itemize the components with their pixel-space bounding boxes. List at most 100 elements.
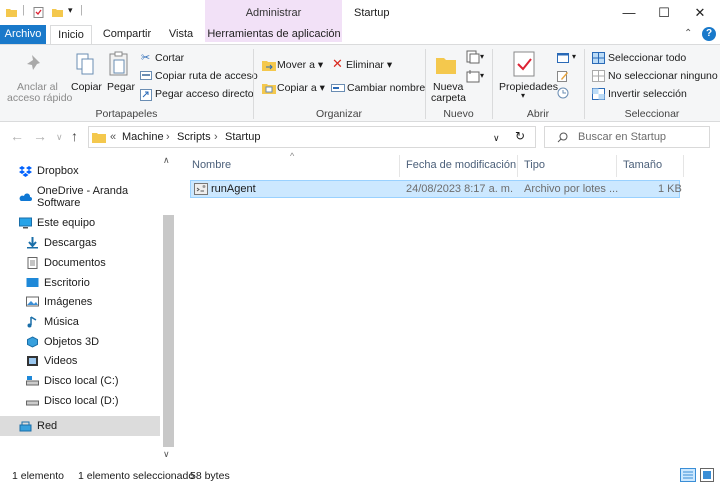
status-selected: 1 elemento seleccionado	[78, 470, 195, 482]
status-bar: 1 elemento 1 elemento seleccionado 58 by…	[0, 462, 720, 486]
scroll-up-icon[interactable]: ∧	[163, 155, 170, 166]
group-portapapeles: Portapapeles	[95, 108, 158, 120]
breadcrumb-scripts[interactable]: Scripts	[177, 131, 211, 143]
nav-item-documentos[interactable]: Documentos	[0, 253, 160, 273]
forward-button[interactable]: →	[33, 128, 47, 144]
file-name[interactable]: runAgent	[211, 183, 256, 195]
column-header-tipo[interactable]: Tipo	[524, 159, 545, 171]
new-item-dropdown-icon[interactable]: ▾	[480, 52, 484, 61]
scroll-down-icon[interactable]: ∨	[163, 449, 170, 460]
status-size: 58 bytes	[190, 470, 230, 482]
tab-herramientas-aplicacion[interactable]: Herramientas de aplicación	[207, 25, 341, 44]
pictures-icon	[26, 296, 39, 307]
close-button[interactable]: ✕	[682, 0, 718, 25]
nav-item-videos[interactable]: Videos	[0, 351, 160, 371]
minimize-button[interactable]: —	[611, 0, 647, 25]
group-organizar: Organizar	[315, 108, 363, 120]
new-folder-icon	[436, 58, 456, 74]
select-none-button[interactable]: No seleccionar ninguno	[608, 70, 718, 82]
open-dropdown-icon[interactable]: ▾	[572, 52, 576, 61]
pin-label-2[interactable]: acceso rápido	[7, 92, 72, 104]
breadcrumb-startup[interactable]: Startup	[225, 131, 260, 143]
address-bar[interactable]: « Machine › Scripts › Startup ∨ ↻	[88, 126, 536, 148]
music-icon	[27, 316, 37, 328]
paste-shortcut-button[interactable]: Pegar acceso directo	[155, 88, 254, 100]
back-button[interactable]: ←	[10, 128, 24, 144]
sort-ascending-icon: ^	[290, 151, 295, 161]
maximize-button[interactable]: ☐	[646, 0, 682, 25]
tab-vista[interactable]: Vista	[164, 25, 198, 44]
tab-compartir[interactable]: Compartir	[100, 25, 154, 44]
properties-icon[interactable]	[33, 7, 44, 18]
copy-path-button[interactable]: Copiar ruta de acceso	[155, 70, 258, 82]
navigation-pane: Dropbox OneDrive - Aranda Software Este …	[0, 151, 160, 461]
column-separator[interactable]	[517, 155, 518, 177]
large-icons-view-icon[interactable]	[700, 468, 714, 482]
copy-to-button[interactable]: Copiar a ▾	[277, 82, 325, 94]
select-all-button[interactable]: Seleccionar todo	[608, 52, 686, 64]
tab-inicio[interactable]: Inicio	[50, 25, 92, 45]
column-separator[interactable]	[683, 155, 684, 177]
paste-button[interactable]: Pegar	[107, 81, 135, 93]
nav-item-onedrive[interactable]: OneDrive - Aranda Software	[0, 185, 160, 209]
nav-item-escritorio[interactable]: Escritorio	[0, 273, 160, 293]
nav-item-imagenes[interactable]: Imágenes	[0, 292, 160, 312]
column-separator[interactable]	[616, 155, 617, 177]
scrollbar-thumb[interactable]	[163, 215, 174, 447]
recent-locations-icon[interactable]: ∨	[56, 132, 63, 143]
copy-button[interactable]: Copiar	[71, 81, 102, 93]
nav-item-musica[interactable]: Música	[0, 312, 160, 332]
nav-item-este-equipo[interactable]: Este equipo	[0, 213, 160, 233]
copy-to-icon	[262, 84, 276, 94]
cut-button[interactable]: Cortar	[155, 52, 184, 64]
nav-item-label: OneDrive - Aranda Software	[37, 185, 129, 209]
new-folder-icon[interactable]	[52, 7, 63, 18]
customize-quick-access-icon[interactable]: ▾	[68, 5, 73, 16]
column-header-nombre[interactable]: Nombre	[192, 159, 231, 171]
details-view-icon[interactable]	[680, 468, 696, 482]
open-icon	[557, 53, 569, 63]
column-header-fecha[interactable]: Fecha de modificación	[406, 159, 516, 171]
nav-item-disco-c[interactable]: Disco local (C:)	[0, 371, 160, 391]
nav-item-red[interactable]: Red	[0, 416, 160, 436]
download-icon	[27, 237, 38, 249]
nav-item-objetos-3d[interactable]: Objetos 3D	[0, 332, 160, 352]
nav-item-label: Descargas	[44, 237, 97, 249]
new-item-icon	[466, 50, 480, 64]
properties-dropdown-icon[interactable]: ▾	[521, 91, 525, 100]
nav-item-disco-d[interactable]: Disco local (D:)	[0, 391, 160, 411]
search-input[interactable]: Buscar en Startup	[578, 131, 666, 143]
status-item-count: 1 elemento	[12, 470, 64, 482]
rename-button[interactable]: Cambiar nombre	[347, 82, 425, 94]
delete-button[interactable]: Eliminar ▾	[346, 59, 392, 71]
new-folder-label-2[interactable]: carpeta	[431, 92, 466, 104]
properties-icon	[513, 51, 535, 77]
nav-item-descargas[interactable]: Descargas	[0, 233, 160, 253]
group-nuevo: Nuevo	[443, 108, 474, 120]
nav-item-label: Imágenes	[44, 296, 93, 308]
breadcrumb-overflow[interactable]: «	[110, 131, 116, 143]
collapse-ribbon-icon[interactable]: ⌃	[684, 28, 692, 39]
search-icon	[557, 132, 568, 143]
column-separator[interactable]	[399, 155, 400, 177]
tab-archivo[interactable]: Archivo	[0, 25, 46, 44]
ribbon-tabs: Archivo Inicio Compartir Vista Herramien…	[0, 25, 720, 45]
easy-access-dropdown-icon[interactable]: ▾	[480, 71, 484, 80]
properties-button[interactable]: Propiedades	[499, 81, 558, 93]
breadcrumb-machine[interactable]: Machine	[122, 131, 164, 143]
column-header-tamano[interactable]: Tamaño	[623, 159, 662, 171]
up-button[interactable]: ↑	[71, 128, 78, 144]
search-box[interactable]: Buscar en Startup	[544, 126, 710, 148]
invert-selection-button[interactable]: Invertir selección	[608, 88, 687, 100]
address-dropdown-icon[interactable]: ∨	[493, 133, 500, 144]
nav-item-dropbox[interactable]: Dropbox	[0, 161, 160, 181]
table-row[interactable]: runAgent 24/08/2023 8:17 a. m. Archivo p…	[190, 180, 682, 198]
breadcrumb-separator: ›	[214, 131, 218, 143]
help-icon[interactable]: ?	[702, 27, 716, 41]
paste-shortcut-icon	[140, 89, 152, 101]
file-modified: 24/08/2023 8:17 a. m.	[406, 183, 514, 195]
move-to-button[interactable]: Mover a ▾	[277, 59, 323, 71]
network-icon	[19, 421, 32, 432]
computer-icon	[19, 217, 32, 229]
refresh-icon[interactable]: ↻	[515, 129, 525, 143]
